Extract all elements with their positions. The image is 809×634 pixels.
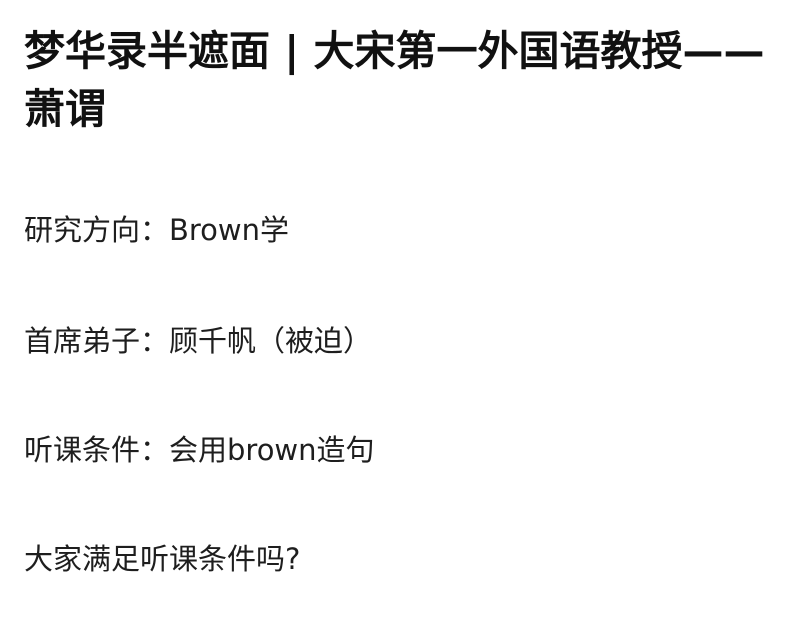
question-line: 大家满足听课条件吗? [24,542,301,576]
class-condition-line: 听课条件：会用brown造句 [24,433,375,467]
chief-disciple-line: 首席弟子：顾千帆（被迫） [24,324,373,358]
post-content: 梦华录半遮面 | 大宋第一外国语教授——萧谓 研究方向：Brown学 首席弟子：… [0,0,809,634]
post-title: 梦华录半遮面 | 大宋第一外国语教授——萧谓 [24,27,765,133]
research-direction-line: 研究方向：Brown学 [24,213,290,247]
